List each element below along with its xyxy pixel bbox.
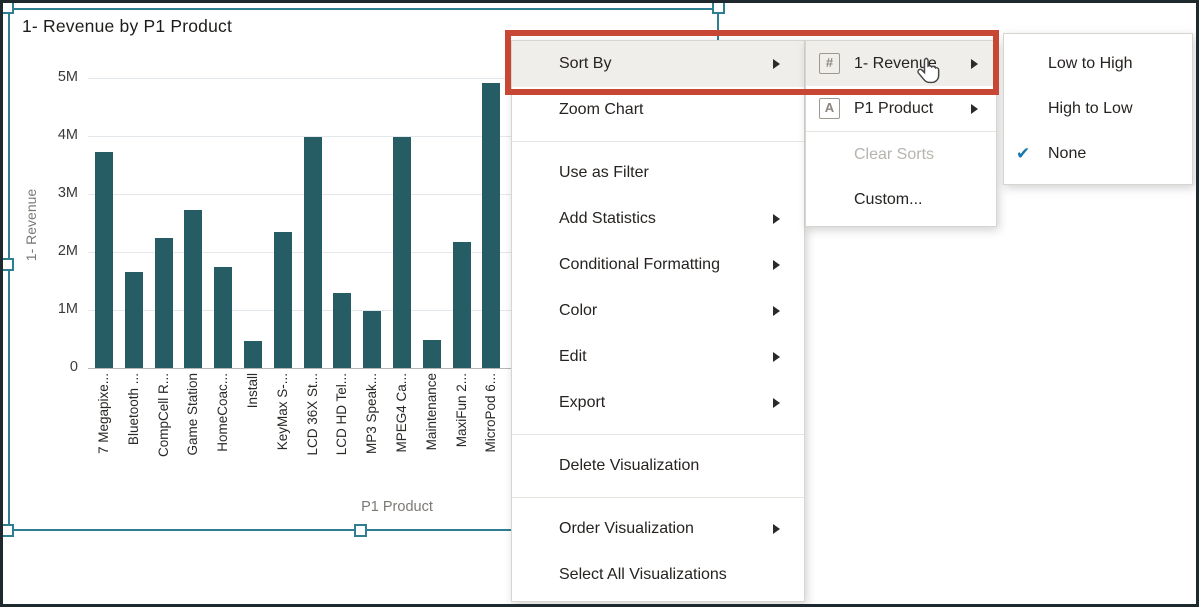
bar-2[interactable] [155, 238, 173, 368]
menu-item-label: Low to High [1048, 55, 1133, 72]
menu-item-color[interactable]: Color [512, 288, 804, 334]
submenu-arrow-icon [773, 524, 780, 534]
menu-item-custom[interactable]: Custom... [806, 177, 996, 222]
menu-item-label: P1 Product [854, 100, 933, 117]
x-tick-label: MaxiFun 2... [454, 373, 470, 503]
x-tick-label: MPEG4 Ca... [394, 373, 410, 503]
bar-1[interactable] [125, 272, 143, 368]
x-axis-title: P1 Product [337, 499, 457, 515]
menu-item-label: None [1048, 145, 1086, 162]
x-tick-label: LCD HD Tel... [334, 373, 350, 503]
menu-item-delete-visualization[interactable]: Delete Visualization [512, 443, 804, 489]
x-tick-label: MicroPod 6... [483, 373, 499, 503]
submenu-arrow-icon [773, 398, 780, 408]
chart-title: 1- Revenue by P1 Product [22, 16, 232, 37]
menu-item-label: Delete Visualization [559, 457, 699, 474]
selection-handle[interactable] [1, 258, 14, 271]
y-tick-label: 4M [28, 127, 78, 143]
menu-item-none[interactable]: ✔ None [1004, 131, 1192, 176]
menu-item-label: Custom... [854, 191, 922, 208]
menu-item-label: Edit [559, 348, 587, 365]
bar-3[interactable] [184, 210, 202, 368]
selection-handle[interactable] [1, 524, 14, 537]
submenu-arrow-icon [773, 260, 780, 270]
y-tick-label: 2M [28, 243, 78, 259]
menu-item-label: Conditional Formatting [559, 256, 720, 273]
sort-direction-submenu: Low to High High to Low ✔ None [1003, 33, 1193, 185]
bar-11[interactable] [423, 340, 441, 368]
y-axis-title: 1- Revenue [23, 165, 39, 285]
menu-item-select-all-visualizations[interactable]: Select All Visualizations [512, 552, 804, 598]
menu-item-label: Use as Filter [559, 164, 649, 181]
x-tick-label: LCD 36X St... [305, 373, 321, 503]
menu-item-label: Export [559, 394, 605, 411]
bar-4[interactable] [214, 267, 232, 369]
menu-item-use-as-filter[interactable]: Use as Filter [512, 150, 804, 196]
menu-item-order-visualization[interactable]: Order Visualization [512, 506, 804, 552]
y-tick-label: 3M [28, 185, 78, 201]
bar-7[interactable] [304, 137, 322, 368]
menu-item-label: Order Visualization [559, 520, 694, 537]
bar-0[interactable] [95, 152, 113, 368]
menu-item-add-statistics[interactable]: Add Statistics [512, 196, 804, 242]
submenu-arrow-icon [773, 214, 780, 224]
text-type-icon: A [819, 98, 840, 119]
menu-item-clear-sorts: Clear Sorts [806, 132, 996, 177]
bar-9[interactable] [363, 311, 381, 368]
submenu-arrow-icon [773, 306, 780, 316]
x-tick-label: Install [245, 373, 261, 503]
x-tick-label: Maintenance [424, 373, 440, 503]
x-tick-label: MP3 Speak... [364, 373, 380, 503]
bar-12[interactable] [453, 242, 471, 368]
selection-handle[interactable] [354, 524, 367, 537]
x-tick-label: KeyMax S-... [275, 373, 291, 503]
context-menu: Sort ByZoom ChartUse as FilterAdd Statis… [511, 40, 805, 602]
x-tick-label: Game Station [185, 373, 201, 503]
y-tick-label: 1M [28, 301, 78, 317]
selection-handle[interactable] [712, 1, 725, 14]
menu-item-conditional-formatting[interactable]: Conditional Formatting [512, 242, 804, 288]
check-icon: ✔ [1016, 131, 1030, 176]
menu-item-label: High to Low [1048, 100, 1133, 117]
screenshot-root: 1- Revenue by P1 Product 1- Revenue 5M 4M… [0, 0, 1199, 607]
selection-handle[interactable] [1, 1, 14, 14]
selection-border-top [8, 8, 719, 10]
menu-item-label: Clear Sorts [854, 146, 934, 163]
menu-item-edit[interactable]: Edit [512, 334, 804, 380]
submenu-arrow-icon [971, 104, 978, 114]
menu-separator [512, 141, 804, 142]
cursor-pointer-icon [916, 57, 943, 86]
menu-item-label: Add Statistics [559, 210, 656, 227]
x-tick-label: CompCell R... [156, 373, 172, 503]
x-tick-label: HomeCoac... [215, 373, 231, 503]
bar-8[interactable] [333, 293, 351, 368]
x-tick-label: 7 Megapixe... [96, 373, 112, 503]
bar-6[interactable] [274, 232, 292, 368]
menu-separator [512, 434, 804, 435]
bar-13[interactable] [482, 83, 500, 368]
menu-item-low-to-high[interactable]: Low to High [1004, 41, 1192, 86]
menu-item-label: Zoom Chart [559, 101, 643, 118]
y-tick-label: 5M [28, 69, 78, 85]
bar-10[interactable] [393, 137, 411, 368]
submenu-arrow-icon [773, 352, 780, 362]
x-tick-label: Bluetooth ... [126, 373, 142, 503]
menu-separator [512, 497, 804, 498]
y-tick-label: 0 [28, 359, 78, 375]
menu-item-export[interactable]: Export [512, 380, 804, 426]
menu-item-label: Select All Visualizations [559, 566, 727, 583]
menu-item-label: Color [559, 302, 597, 319]
menu-item-high-to-low[interactable]: High to Low [1004, 86, 1192, 131]
bar-5[interactable] [244, 341, 262, 368]
